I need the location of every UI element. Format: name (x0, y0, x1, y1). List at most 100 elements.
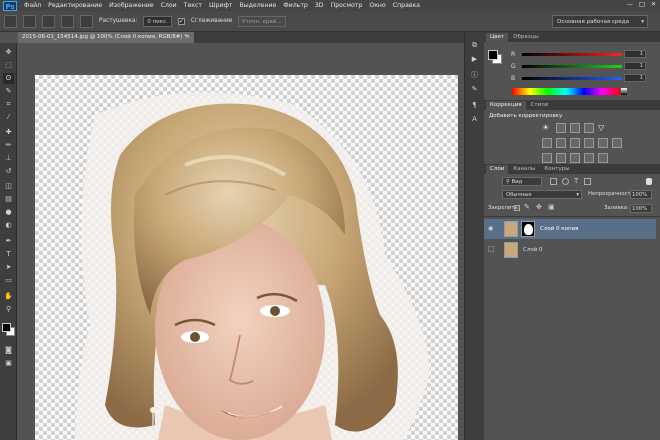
vibrance-adjust-icon[interactable]: ▽ (598, 123, 608, 133)
threshold-adjust-icon[interactable] (570, 153, 580, 163)
tab-adjustments[interactable]: Коррекция (486, 101, 526, 110)
move-tool-icon[interactable]: ✥ (3, 47, 14, 58)
tab-styles[interactable]: Стили (527, 101, 553, 110)
visibility-empty-box[interactable] (488, 246, 494, 252)
blur-tool-icon[interactable]: ● (3, 207, 14, 218)
spectrum-black-white[interactable] (621, 88, 627, 95)
gradient-map-adjust-icon[interactable] (584, 153, 594, 163)
workspace-select[interactable]: Основная рабочая среда ▾ (552, 15, 648, 28)
hue-sat-adjust-icon[interactable] (542, 138, 552, 148)
minimize-button[interactable]: — (627, 1, 633, 8)
filter-type-icon[interactable]: T (574, 177, 578, 185)
layer-mask-thumbnail[interactable] (521, 221, 535, 237)
pen-tool-icon[interactable]: ✒ (3, 236, 14, 247)
invert-adjust-icon[interactable] (542, 153, 552, 163)
marquee-tool-icon[interactable]: ⬚ (3, 60, 14, 71)
zoom-tool-icon[interactable]: ⚲ (3, 304, 14, 315)
eraser-tool-icon[interactable]: ◫ (3, 181, 14, 192)
lock-move-icon[interactable]: ✥ (536, 203, 542, 211)
brightness-adjust-icon[interactable]: ☀ (542, 123, 552, 133)
close-window-button[interactable]: ✕ (651, 1, 656, 8)
layer-name[interactable]: Слой 0 (523, 247, 543, 253)
maximize-button[interactable]: □ (639, 1, 645, 8)
healing-tool-icon[interactable]: ✚ (3, 127, 14, 138)
channel-g-slider[interactable] (522, 65, 622, 68)
character-panel-icon[interactable]: A (469, 114, 480, 125)
fill-input[interactable]: 100% (630, 204, 652, 213)
menu-type[interactable]: Текст (184, 2, 202, 9)
shape-tool-icon[interactable]: ▭ (3, 275, 14, 286)
layer-name[interactable]: Слой 0 копия (540, 226, 578, 232)
canvas-area[interactable] (18, 43, 464, 440)
antialias-checkbox[interactable]: ✓ (177, 17, 185, 25)
clone-tool-icon[interactable]: ⊥ (3, 153, 14, 164)
visibility-eye-icon[interactable]: ◉ (488, 225, 493, 232)
info-panel-icon[interactable]: ⓘ (469, 70, 480, 81)
close-tab-icon[interactable]: × (185, 32, 190, 43)
filter-toggle-icon[interactable] (646, 178, 652, 185)
posterize-adjust-icon[interactable] (556, 153, 566, 163)
channel-r-input[interactable]: 1 (624, 50, 646, 58)
menu-image[interactable]: Изображение (109, 2, 154, 9)
lock-paint-icon[interactable]: ✎ (524, 203, 530, 211)
dodge-tool-icon[interactable]: ◐ (3, 220, 14, 231)
quick-mask-icon[interactable]: ◙ (3, 345, 14, 356)
history-brush-tool-icon[interactable]: ↺ (3, 166, 14, 177)
lasso-tool-icon[interactable]: ʘ (3, 73, 14, 84)
color-spectrum-bar[interactable] (512, 88, 620, 95)
eyedropper-tool-icon[interactable]: ⁄ (3, 112, 14, 123)
screen-mode-icon[interactable]: ▣ (3, 358, 14, 369)
foreground-color-swatch[interactable] (2, 323, 11, 332)
filter-pixel-icon[interactable] (550, 178, 557, 185)
color-balance-adjust-icon[interactable] (556, 138, 566, 148)
quick-select-tool-icon[interactable]: ✎ (3, 86, 14, 97)
fg-swatch[interactable] (488, 50, 498, 60)
curves-adjust-icon[interactable] (570, 123, 580, 133)
actions-panel-icon[interactable]: ▶ (469, 54, 480, 65)
layer-row[interactable]: ◉ Слой 0 копия (484, 219, 656, 239)
layer-filter-select[interactable]: ⚲ Вид (502, 177, 542, 186)
channel-b-input[interactable]: 1 (624, 74, 646, 82)
lock-pixels-icon[interactable] (514, 205, 520, 211)
channel-r-slider[interactable] (522, 53, 622, 56)
opacity-input[interactable]: 100% (630, 190, 652, 199)
history-panel-icon[interactable]: ⧉ (469, 40, 480, 51)
tab-color[interactable]: Цвет (486, 33, 509, 42)
hand-tool-icon[interactable]: ✋ (3, 291, 14, 302)
gradient-tool-icon[interactable]: ▤ (3, 194, 14, 205)
crop-tool-icon[interactable]: ⌗ (3, 99, 14, 110)
menu-edit[interactable]: Редактирование (48, 2, 102, 9)
menu-3d[interactable]: 3D (315, 2, 324, 9)
tab-swatches[interactable]: Образцы (509, 33, 543, 42)
paragraph-panel-icon[interactable]: ¶ (469, 100, 480, 111)
channel-b-slider[interactable] (522, 77, 622, 80)
lock-all-icon[interactable]: ▣ (548, 203, 555, 211)
photo-filter-adjust-icon[interactable] (584, 138, 594, 148)
path-select-tool-icon[interactable]: ➤ (3, 262, 14, 273)
tab-channels[interactable]: Каналы (509, 165, 539, 174)
menu-select[interactable]: Выделение (240, 2, 277, 9)
filter-adjust-icon[interactable] (562, 178, 569, 185)
menu-filter[interactable]: Фильтр (283, 2, 307, 9)
filter-shape-icon[interactable] (584, 178, 591, 185)
layer-row[interactable]: Слой 0 (484, 240, 656, 260)
exposure-adjust-icon[interactable] (584, 123, 594, 133)
menu-help[interactable]: Справка (393, 2, 420, 9)
document-tab[interactable]: 2015-06-01_154514.jpg @ 100% (Слой 0 коп… (18, 32, 194, 43)
menu-view[interactable]: Просмотр (331, 2, 363, 9)
channel-g-input[interactable]: 1 (624, 62, 646, 70)
intersect-selection-icon[interactable] (80, 14, 93, 28)
menu-window[interactable]: Окно (369, 2, 385, 9)
bw-adjust-icon[interactable] (570, 138, 580, 148)
tab-layers[interactable]: Слои (486, 165, 509, 174)
subtract-selection-icon[interactable] (61, 14, 74, 28)
refine-edge-button[interactable]: Уточн. край... (238, 15, 286, 27)
channel-mixer-adjust-icon[interactable] (598, 138, 608, 148)
blend-mode-select[interactable]: Обычные ▾ (502, 190, 582, 199)
selective-color-adjust-icon[interactable] (598, 153, 608, 163)
document-image[interactable] (35, 75, 458, 440)
tab-paths[interactable]: Контуры (540, 165, 573, 174)
levels-adjust-icon[interactable] (556, 123, 566, 133)
add-selection-icon[interactable] (42, 14, 55, 28)
lasso-preset-icon[interactable] (4, 14, 17, 28)
